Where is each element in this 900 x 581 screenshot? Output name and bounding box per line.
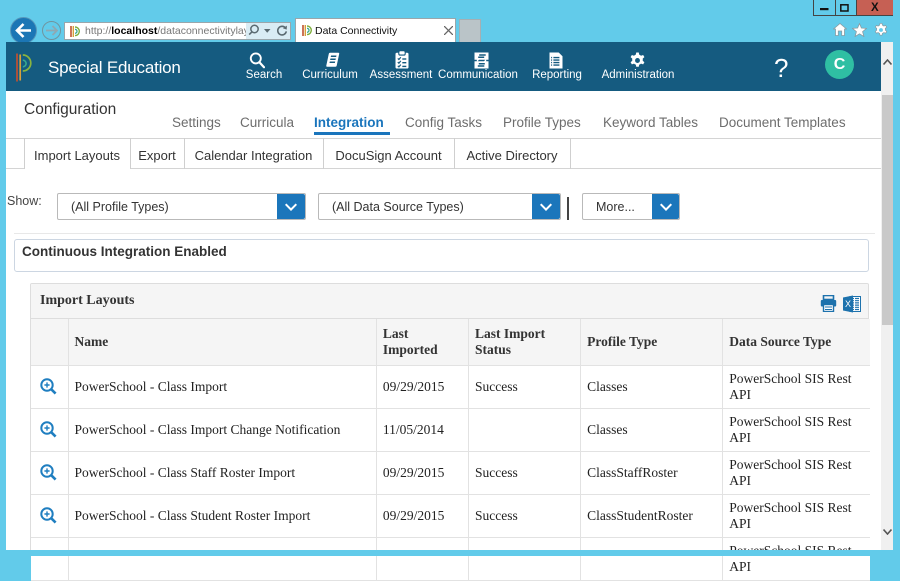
svg-text:X: X: [845, 299, 851, 309]
